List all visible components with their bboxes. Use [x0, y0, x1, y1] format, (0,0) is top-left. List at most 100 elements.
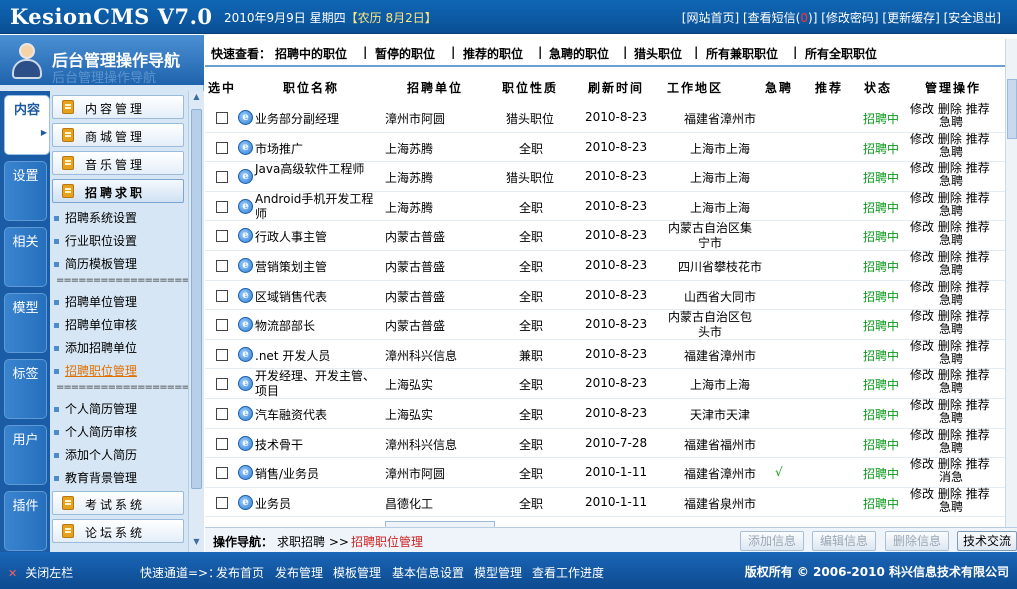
action-edit[interactable]: 修改 [910, 457, 934, 471]
action-delete[interactable]: 删除 [938, 487, 962, 501]
submenu-recruit-settings[interactable]: 招聘系统设置 [54, 209, 137, 226]
footer-link-publish-home[interactable]: 发布首页 [216, 564, 264, 581]
quick-part-time[interactable]: 所有兼职职位 [706, 45, 778, 62]
position-title[interactable]: 汽车融资代表 [255, 406, 383, 423]
action-urgent[interactable]: 急聘 [939, 204, 963, 218]
row-checkbox[interactable] [216, 408, 228, 420]
action-recommend[interactable]: 推荐 [966, 161, 990, 175]
quick-headhunter[interactable]: 猎头职位 [634, 45, 682, 62]
action-urgent[interactable]: 急聘 [939, 263, 963, 277]
action-recommend[interactable]: 推荐 [966, 309, 990, 323]
action-delete[interactable]: 删除 [938, 428, 962, 442]
submenu-employer-review[interactable]: 招聘单位审核 [54, 316, 137, 333]
submenu-resume-management[interactable]: 个人简历管理 [54, 400, 137, 417]
action-urgent[interactable]: 急聘 [939, 293, 963, 307]
action-edit[interactable]: 修改 [910, 487, 934, 501]
position-title[interactable]: 业务部分副经理 [255, 110, 383, 127]
position-title[interactable]: 销售/业务员 [255, 465, 383, 482]
scroll-up-icon[interactable]: ▲ [190, 92, 203, 106]
row-checkbox[interactable] [216, 348, 228, 361]
quick-full-time[interactable]: 所有全职职位 [805, 45, 877, 62]
submenu-add-resume[interactable]: 添加个人简历 [54, 446, 137, 463]
action-edit[interactable]: 修改 [910, 339, 934, 353]
action-recommend[interactable]: 推荐 [966, 487, 990, 501]
row-checkbox[interactable] [216, 260, 228, 272]
row-checkbox[interactable] [216, 171, 228, 184]
main-scrollbar[interactable] [1005, 39, 1017, 527]
delete-info-button[interactable]: 删除信息 [885, 531, 949, 551]
action-delete[interactable]: 删除 [938, 102, 962, 116]
menu-content-management[interactable]: 内容管理 [52, 95, 184, 119]
action-edit[interactable]: 修改 [910, 220, 934, 234]
action-urgent[interactable]: 急聘 [939, 115, 963, 129]
position-title[interactable]: Java高级软件工程师 [255, 162, 383, 177]
action-edit[interactable]: 修改 [910, 428, 934, 442]
row-checkbox[interactable] [216, 200, 228, 213]
quick-recommended[interactable]: 推荐的职位 [463, 45, 523, 62]
action-edit[interactable]: 修改 [910, 191, 934, 205]
row-checkbox[interactable] [216, 378, 228, 391]
action-recommend[interactable]: 推荐 [966, 220, 990, 234]
action-delete[interactable]: 删除 [938, 191, 962, 205]
position-title[interactable]: 开发经理、开发主管、项目 [255, 369, 383, 399]
menu-music-management[interactable]: 音乐管理 [52, 151, 184, 175]
action-recommend[interactable]: 推荐 [966, 280, 990, 294]
position-title[interactable]: 行政人事主管 [255, 228, 383, 245]
quick-urgent[interactable]: 急聘的职位 [549, 45, 609, 62]
link-site-home[interactable]: [网站首页] [682, 11, 739, 25]
position-title[interactable]: 物流部部长 [255, 317, 383, 334]
link-logout[interactable]: [安全退出] [944, 11, 1001, 25]
action-urgent[interactable]: 急聘 [939, 233, 963, 247]
sidebar-scrollbar[interactable]: ▲ ▼ [188, 91, 204, 552]
row-checkbox[interactable] [216, 319, 228, 332]
submenu-employer-management[interactable]: 招聘单位管理 [54, 293, 137, 310]
action-delete[interactable]: 删除 [938, 280, 962, 294]
action-urgent[interactable]: 急聘 [939, 145, 963, 159]
tab-users[interactable]: 用户 [4, 425, 47, 485]
tab-plugins[interactable]: 插件 [4, 491, 47, 551]
row-checkbox[interactable] [216, 289, 228, 302]
edit-info-button[interactable]: 编辑信息 [812, 531, 876, 551]
action-recommend[interactable]: 推荐 [966, 339, 990, 353]
action-urgent[interactable]: 急聘 [939, 174, 963, 188]
position-title[interactable]: 区域销售代表 [255, 288, 383, 305]
tab-settings[interactable]: 设置 [4, 161, 47, 221]
action-edit[interactable]: 修改 [910, 368, 934, 382]
position-title[interactable]: 营销策划主管 [255, 258, 383, 275]
action-delete[interactable]: 删除 [938, 132, 962, 146]
action-recommend[interactable]: 推荐 [966, 191, 990, 205]
action-urgent[interactable]: 急聘 [939, 441, 963, 455]
position-title[interactable]: 技术骨干 [255, 436, 383, 453]
submenu-position-management[interactable]: 招聘职位管理 [54, 362, 137, 379]
action-edit[interactable]: 修改 [910, 398, 934, 412]
footer-link-progress[interactable]: 查看工作进度 [532, 564, 604, 581]
close-sidebar-link[interactable]: ✕ 关闭左栏 [8, 564, 73, 581]
tab-related[interactable]: 相关 [4, 227, 47, 287]
link-update-cache[interactable]: [更新缓存] [882, 11, 939, 25]
submenu-industry-positions[interactable]: 行业职位设置 [54, 232, 137, 249]
submenu-resume-review[interactable]: 个人简历审核 [54, 423, 137, 440]
position-title[interactable]: 业务员 [255, 495, 383, 512]
position-title[interactable]: .net 开发人员 [255, 347, 383, 364]
action-recommend[interactable]: 推荐 [966, 250, 990, 264]
action-urgent[interactable]: 急聘 [939, 352, 963, 366]
position-title[interactable]: 市场推广 [255, 140, 383, 157]
quick-paused[interactable]: 暂停的职位 [375, 45, 435, 62]
action-edit[interactable]: 修改 [910, 280, 934, 294]
action-urgent[interactable]: 消急 [939, 470, 963, 484]
quick-recruiting[interactable]: 招聘中的职位 [275, 45, 347, 62]
action-edit[interactable]: 修改 [910, 132, 934, 146]
footer-link-templates[interactable]: 模板管理 [333, 564, 381, 581]
scroll-thumb[interactable] [191, 109, 202, 489]
footer-link-models[interactable]: 模型管理 [474, 564, 522, 581]
action-recommend[interactable]: 推荐 [966, 132, 990, 146]
menu-exam-system[interactable]: 考试系统 [52, 491, 184, 515]
row-checkbox[interactable] [216, 496, 228, 509]
action-recommend[interactable]: 推荐 [966, 428, 990, 442]
row-checkbox[interactable] [216, 141, 228, 154]
action-delete[interactable]: 删除 [938, 398, 962, 412]
action-recommend[interactable]: 推荐 [966, 368, 990, 382]
position-title[interactable]: Android手机开发工程师 [255, 192, 383, 222]
submenu-resume-templates[interactable]: 简历模板管理 [54, 255, 137, 272]
action-urgent[interactable]: 急聘 [939, 381, 963, 395]
